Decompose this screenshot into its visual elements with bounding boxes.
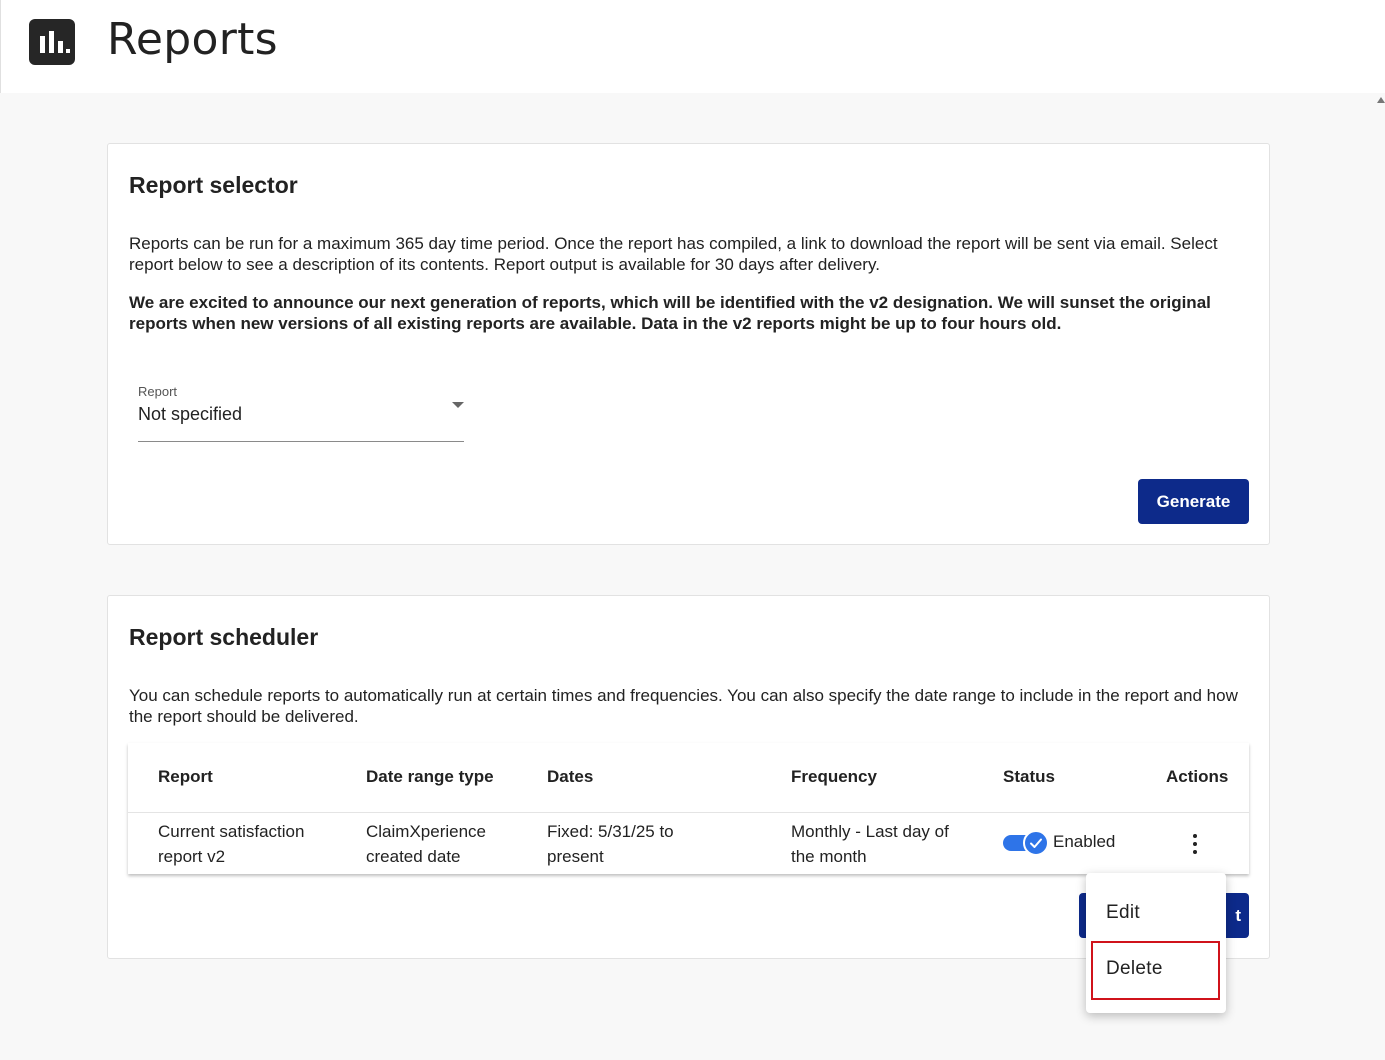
check-icon (1023, 830, 1049, 856)
scroll-up-arrow-icon[interactable] (1377, 97, 1385, 103)
report-scheduler-title: Report scheduler (129, 624, 319, 650)
column-header-report: Report (158, 767, 213, 786)
column-header-date-range-type: Date range type (366, 767, 494, 786)
cell-frequency: Monthly - Last day of the month (791, 822, 949, 866)
generate-button[interactable]: Generate (1138, 479, 1249, 524)
report-scheduler-description: You can schedule reports to automaticall… (129, 686, 1238, 726)
column-header-actions: Actions (1166, 767, 1229, 786)
menu-item-edit[interactable]: Edit (1086, 887, 1226, 939)
bar-chart-icon (29, 19, 75, 65)
report-selector-card: Report selector Reports can be run for a… (107, 143, 1270, 545)
column-header-frequency: Frequency (791, 767, 877, 786)
table-header: Report Date range type Dates Frequency S… (128, 743, 1249, 813)
cell-dates: Fixed: 5/31/25 to present (547, 822, 674, 866)
report-select[interactable]: Report Not specified (138, 382, 464, 442)
report-selector-title: Report selector (129, 172, 298, 198)
more-actions-icon[interactable] (1188, 832, 1202, 856)
menu-item-delete[interactable]: Delete (1086, 943, 1226, 995)
column-header-dates: Dates (547, 767, 594, 786)
page-title: Reports (107, 14, 278, 65)
schedule-table: Report Date range type Dates Frequency S… (128, 743, 1249, 874)
column-header-status: Status (1003, 767, 1055, 786)
report-announcement: We are excited to announce our next gene… (129, 293, 1211, 333)
report-select-value: Not specified (138, 404, 243, 424)
actions-menu: Edit Delete (1086, 873, 1226, 1013)
cell-date-range-type: ClaimXperience created date (366, 822, 486, 866)
app-header: Reports (0, 0, 1385, 93)
cell-report: Current satisfaction report v2 (158, 822, 305, 866)
status-toggle[interactable] (1003, 830, 1049, 856)
dropdown-arrow-icon (452, 402, 464, 408)
report-selector-description: Reports can be run for a maximum 365 day… (129, 234, 1218, 274)
report-select-label: Report (138, 384, 178, 399)
status-label: Enabled (1053, 832, 1116, 851)
